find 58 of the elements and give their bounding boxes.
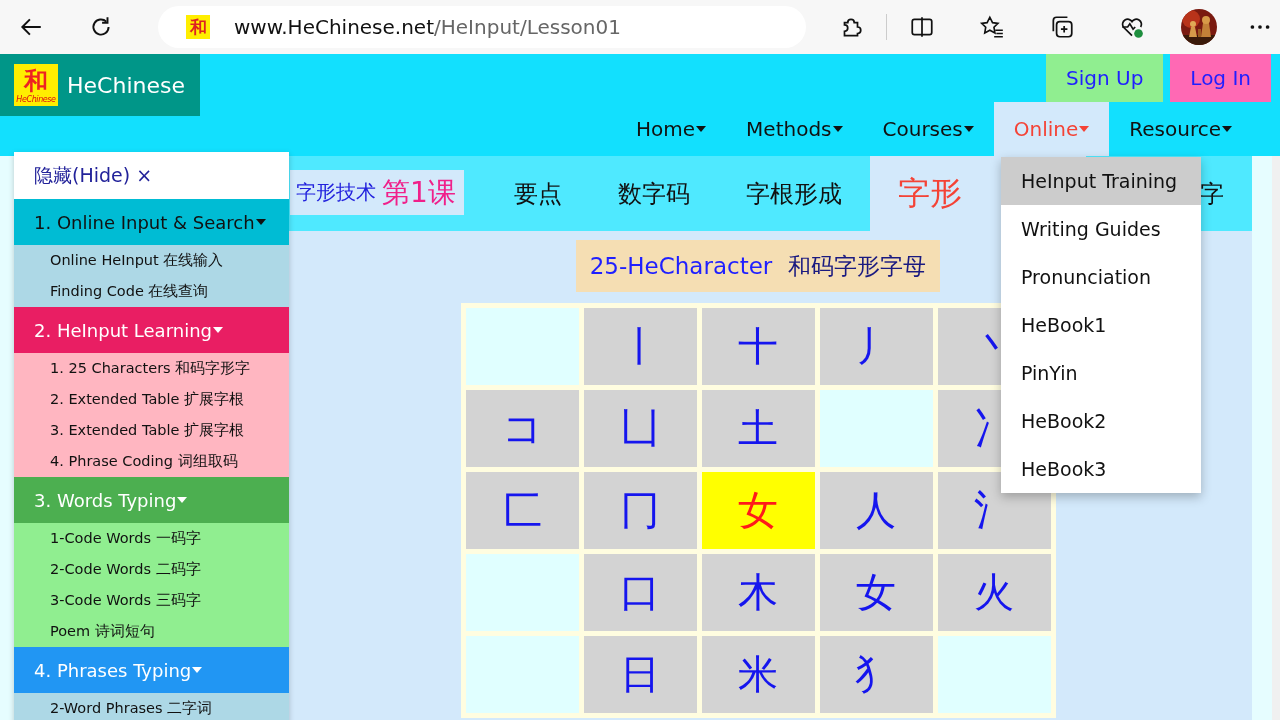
menu-item[interactable]: HeInput Training [1001, 157, 1201, 205]
site-logo[interactable]: 和 HeChinese HeChinese [0, 54, 200, 116]
character-cell: 冂 [583, 472, 697, 549]
collections-icon[interactable] [1049, 14, 1075, 40]
sidebar-item[interactable]: 2-Word Phrases 二字词 [14, 693, 289, 720]
sidebar-item[interactable]: Finding Code 在线查询 [14, 276, 289, 307]
caret-icon [1079, 126, 1090, 132]
character-cell: 木 [701, 554, 815, 631]
url-host: www.HeChinese.net [234, 15, 435, 39]
caret-icon [192, 667, 203, 673]
address-bar[interactable]: 和 www.HeChinese.net/HeInput/Lesson01 [158, 6, 806, 48]
sidebar-item[interactable]: 1-Code Words 一码字 [14, 523, 289, 554]
sidebar-item[interactable]: 2-Code Words 二码字 [14, 554, 289, 585]
caret-icon [1222, 126, 1232, 132]
character-cell: 女 [819, 554, 933, 631]
sidebar-item[interactable]: 2. Extended Table 扩展字根 [14, 384, 289, 415]
character-cell: 口 [583, 554, 697, 631]
sidebar-section-header[interactable]: 1. Online Input & Search [14, 199, 289, 245]
lesson-title: 字形技术 第1课 [290, 170, 464, 215]
caret-icon [213, 327, 223, 333]
character-cell: 米 [701, 636, 815, 713]
url-path: /HeInput/Lesson01 [434, 15, 621, 39]
sidebar-item[interactable]: Poem 诗词短句 [14, 616, 289, 647]
section-heading: 25-HeCharacter 和码字形字母 [575, 240, 941, 292]
nav-item[interactable]: Methods [726, 102, 863, 156]
character-cell: 十 [701, 308, 815, 385]
caret-icon [696, 126, 707, 132]
sidebar-item[interactable]: 4. Phrase Coding 词组取码 [14, 446, 289, 477]
nav-item[interactable]: Resource [1109, 102, 1252, 156]
caret-icon [832, 126, 843, 132]
logo-mark: 和 HeChinese [14, 64, 58, 106]
sidebar-item[interactable]: Online HeInput 在线输入 [14, 245, 289, 276]
sidebar-section-header[interactable]: 2. HeInput Learning [14, 307, 289, 353]
sidebar-item[interactable]: 3-Code Words 三码字 [14, 585, 289, 616]
character-cell: 凵 [583, 390, 697, 467]
character-cell: 犭 [819, 636, 933, 713]
character-cell: 人 [819, 472, 933, 549]
menu-item[interactable]: Pronunciation [1001, 253, 1201, 301]
sign-up-button[interactable]: Sign Up [1046, 54, 1164, 102]
sidebar-item[interactable]: 3. Extended Table 扩展字根 [14, 415, 289, 446]
character-cell: 女 [701, 472, 815, 549]
site-favicon: 和 [186, 15, 210, 39]
caret-icon [177, 497, 188, 503]
character-cell: コ [465, 390, 579, 467]
caret-icon [255, 219, 266, 225]
hide-sidebar-button[interactable]: 隐藏(Hide) × [14, 152, 289, 199]
character-cell: 日 [583, 636, 697, 713]
character-cell: 匚 [465, 472, 579, 549]
character-cell: 土 [701, 390, 815, 467]
nav-item[interactable]: Courses [862, 102, 994, 156]
favorites-icon[interactable] [979, 14, 1005, 40]
character-cell: 火 [937, 554, 1051, 631]
character-cell: 丨 [583, 308, 697, 385]
character-cell: 丿 [819, 308, 933, 385]
caret-icon [963, 126, 974, 132]
nav-item[interactable]: Home [616, 102, 727, 156]
sidebar-item[interactable]: 1. 25 Characters 和码字形字 [14, 353, 289, 384]
split-screen-icon[interactable] [909, 14, 935, 40]
